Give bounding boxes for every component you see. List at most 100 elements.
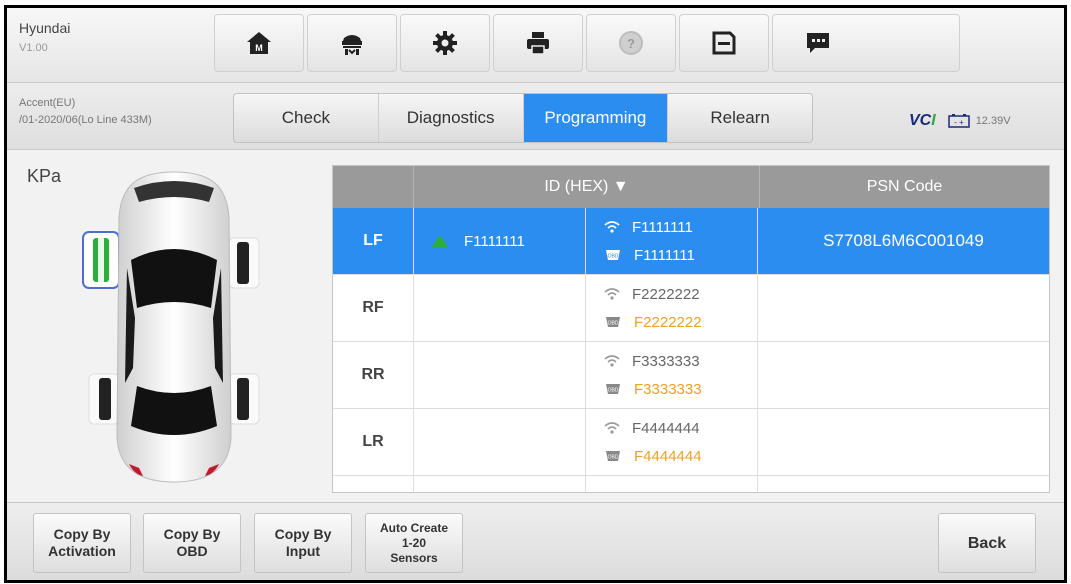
button-label-line: 1-20	[401, 535, 427, 550]
print-button[interactable]	[493, 14, 583, 72]
vci-status: VCI - + 12.39V	[909, 112, 1011, 130]
wireless-icon	[604, 288, 620, 300]
row-sensor-cell: F4444444 OBD F4444444	[586, 409, 758, 475]
help-button[interactable]: ?	[586, 14, 676, 72]
row-position: LR	[333, 409, 414, 475]
settings-button[interactable]	[400, 14, 490, 72]
top-bar: Hyundai V1.00 M ?	[7, 8, 1064, 83]
table-row[interactable]: LF F1111111 F1111111 OBD F1111111 S7708L6…	[333, 208, 1049, 275]
tire-right-rear[interactable]	[228, 373, 260, 425]
home-button[interactable]: M	[214, 14, 304, 72]
voltage-readout: 12.39V	[975, 115, 1011, 127]
app-title: Hyundai	[19, 20, 71, 36]
row-hex-cell	[414, 275, 586, 341]
auto-create-sensors-button[interactable]: Auto Create 1-20 Sensors	[365, 513, 463, 573]
up-arrow-icon	[432, 235, 448, 247]
car-diagram	[82, 171, 260, 483]
button-label-line: Copy By	[163, 526, 221, 542]
button-label-line: Copy By	[274, 526, 332, 542]
vci-label: VCI	[909, 112, 936, 129]
message-button[interactable]	[772, 14, 960, 72]
tab-relearn[interactable]: Relearn	[668, 94, 812, 142]
empty-cell	[414, 476, 586, 492]
save-button[interactable]	[679, 14, 769, 72]
svg-text:OBD: OBD	[608, 388, 619, 394]
tire-left-front[interactable]	[82, 231, 120, 289]
copy-by-activation-button[interactable]: Copy By Activation	[33, 513, 131, 573]
obd-id: F2222222	[634, 313, 702, 331]
tire-right-front[interactable]	[228, 237, 260, 289]
tab-diagnostics[interactable]: Diagnostics	[379, 94, 524, 142]
vehicle-range: /01-2020/06(Lo Line 433M)	[19, 114, 152, 126]
table-row[interactable]: RR F3333333 OBD F3333333	[333, 342, 1049, 409]
help-icon: ?	[619, 31, 643, 55]
bottom-bar: Copy By Activation Copy By OBD Copy By I…	[7, 502, 1064, 580]
button-label-line: Sensors	[390, 550, 438, 565]
wireless-icon	[604, 422, 620, 434]
table-row[interactable]: LR F4444444 OBD F4444444	[333, 409, 1049, 476]
row-psn-code	[758, 409, 1049, 475]
header-psn-code: PSN Code	[866, 178, 943, 195]
row-psn-code	[758, 275, 1049, 341]
vehicle-lift-button[interactable]	[307, 14, 397, 72]
row-sensor-cell: F2222222 OBD F2222222	[586, 275, 758, 341]
row-psn-code	[758, 342, 1049, 408]
obd-id: F1111111	[634, 246, 695, 264]
wireless-id: F4444444	[632, 419, 700, 437]
row-hex-cell	[414, 342, 586, 408]
function-tabs: Check Diagnostics Programming Relearn	[233, 93, 813, 143]
save-icon	[712, 31, 736, 55]
row-position: RR	[333, 342, 414, 408]
row-position: LF	[333, 208, 414, 274]
pressure-unit: KPa	[27, 166, 62, 186]
table-row[interactable]: RF F2222222 OBD F2222222	[333, 275, 1049, 342]
message-icon	[807, 33, 829, 53]
wireless-icon	[604, 355, 620, 367]
empty-cell	[586, 476, 758, 492]
svg-text:OBD: OBD	[608, 455, 619, 461]
obd-id: F3333333	[634, 380, 702, 398]
empty-cell	[333, 476, 414, 492]
copy-by-input-button[interactable]: Copy By Input	[254, 513, 352, 573]
obd-icon: OBD	[606, 317, 620, 327]
wireless-icon	[604, 221, 620, 233]
svg-text:?: ?	[627, 36, 635, 51]
obd-icon: OBD	[606, 451, 620, 461]
function-bar: Accent(EU) /01-2020/06(Lo Line 433M) Che…	[7, 83, 1064, 150]
obd-icon: OBD	[606, 250, 620, 260]
row-hex-cell	[414, 409, 586, 475]
wireless-id: F3333333	[632, 352, 700, 370]
button-label-line: Activation	[48, 543, 116, 559]
wireless-id: F1111111	[632, 218, 693, 236]
sensor-table: ID (HEX) ▼ PSN Code LF F1111111 F1111111…	[332, 165, 1050, 493]
copy-by-obd-button[interactable]: Copy By OBD	[143, 513, 241, 573]
row-position: RF	[333, 275, 414, 341]
header-id-hex[interactable]: ID (HEX) ▼	[414, 166, 760, 208]
tab-check[interactable]: Check	[234, 94, 379, 142]
wireless-id: F2222222	[632, 285, 700, 303]
svg-text:OBD: OBD	[608, 254, 619, 260]
row-psn-code: S7708L6M6C001049	[823, 231, 984, 250]
obd-icon: OBD	[606, 384, 620, 394]
toolbar: M ?	[214, 14, 963, 72]
printer-icon	[527, 32, 549, 55]
tab-programming[interactable]: Programming	[523, 94, 669, 142]
gear-icon	[433, 31, 457, 55]
back-button[interactable]: Back	[938, 513, 1036, 573]
app-version: V1.00	[19, 42, 48, 54]
home-icon: M	[247, 32, 271, 54]
button-label-line: Input	[285, 543, 321, 559]
header-position	[333, 166, 414, 208]
empty-cell	[758, 476, 1049, 492]
vehicle-model: Accent(EU)	[19, 97, 76, 109]
button-label-line: Copy By	[53, 526, 111, 542]
button-label-line: OBD	[176, 543, 208, 559]
row-hex-cell: F1111111	[414, 208, 586, 274]
button-label-line: Auto Create	[379, 520, 448, 535]
table-row-empty	[333, 476, 1049, 492]
svg-text:- +: - +	[954, 118, 964, 127]
row-sensor-cell: F1111111 OBD F1111111	[586, 208, 758, 274]
table-header: ID (HEX) ▼ PSN Code	[333, 166, 1049, 208]
app-window: Hyundai V1.00 M ? Accent(EU) /01-2020/06…	[4, 5, 1067, 583]
tire-left-rear[interactable]	[88, 373, 120, 425]
